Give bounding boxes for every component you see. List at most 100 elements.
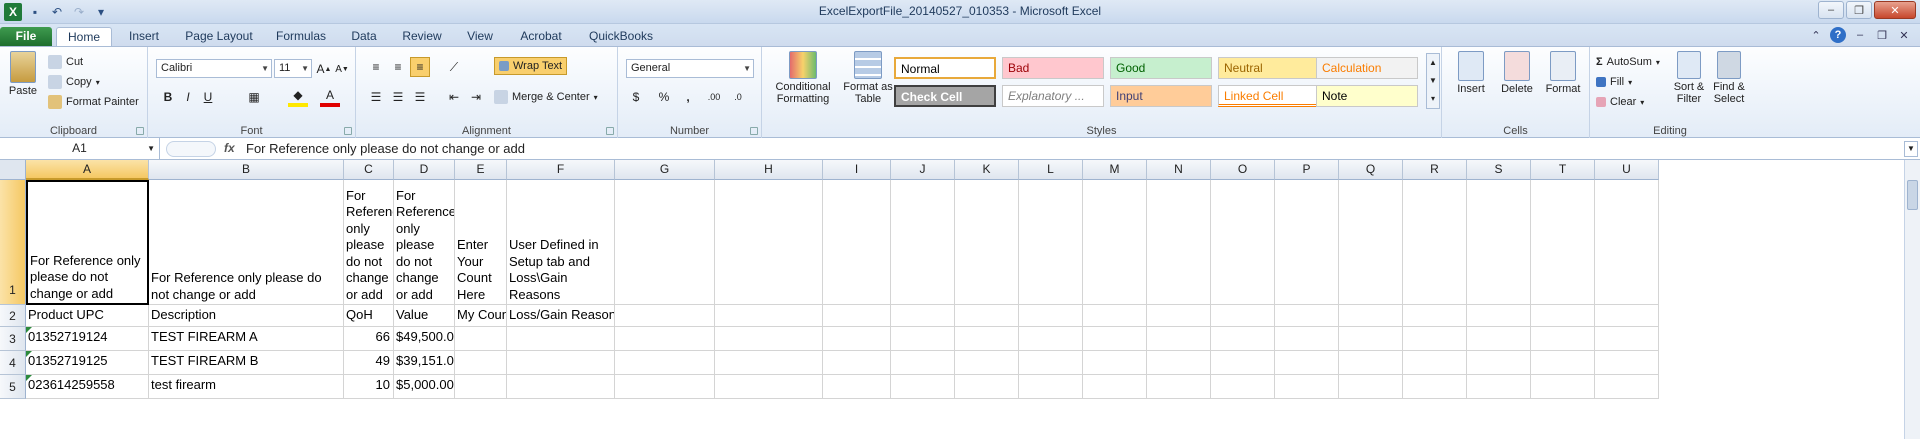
- tab-file[interactable]: File: [0, 27, 52, 46]
- autosum-button[interactable]: Σ AutoSum ▾: [1596, 53, 1660, 71]
- cell-t5[interactable]: [1531, 375, 1595, 399]
- help-icon[interactable]: ?: [1830, 27, 1846, 43]
- sort-filter-button[interactable]: Sort & Filter: [1670, 51, 1708, 105]
- cell-c3[interactable]: 66: [344, 327, 394, 351]
- style-neutral[interactable]: Neutral: [1218, 57, 1320, 79]
- cell-p3[interactable]: [1275, 327, 1339, 351]
- tab-home[interactable]: Home: [56, 27, 112, 47]
- cell-n2[interactable]: [1147, 305, 1211, 327]
- align-center-icon[interactable]: ☰: [388, 87, 408, 107]
- ribbon-minimize-icon[interactable]: ⌃: [1808, 27, 1824, 43]
- borders-icon[interactable]: ▦: [244, 87, 264, 107]
- cell-t2[interactable]: [1531, 305, 1595, 327]
- dialog-launcher-icon[interactable]: [344, 127, 352, 135]
- column-header-l[interactable]: L: [1019, 160, 1083, 180]
- cell-i2[interactable]: [823, 305, 891, 327]
- format-painter-button[interactable]: Format Painter: [48, 93, 139, 111]
- formula-input[interactable]: For Reference only please do not change …: [246, 138, 525, 160]
- align-middle-icon[interactable]: ≡: [388, 57, 408, 77]
- row-header-2[interactable]: 2: [0, 305, 26, 327]
- cell-l3[interactable]: [1019, 327, 1083, 351]
- cell-j5[interactable]: [891, 375, 955, 399]
- cell-l5[interactable]: [1019, 375, 1083, 399]
- cell-d2[interactable]: Value: [394, 305, 455, 327]
- style-good[interactable]: Good: [1110, 57, 1212, 79]
- column-header-f[interactable]: F: [507, 160, 615, 180]
- column-header-a[interactable]: A: [26, 160, 149, 180]
- cell-o5[interactable]: [1211, 375, 1275, 399]
- row-header-5[interactable]: 5: [0, 375, 26, 399]
- tab-view[interactable]: View: [458, 27, 502, 46]
- paste-button[interactable]: Paste: [4, 51, 42, 97]
- doc-close-icon[interactable]: ✕: [1896, 27, 1912, 43]
- cell-g4[interactable]: [615, 351, 715, 375]
- cell-p2[interactable]: [1275, 305, 1339, 327]
- wrap-text-button[interactable]: Wrap Text: [494, 57, 568, 75]
- cell-f2[interactable]: Loss/Gain Reason: [507, 305, 615, 327]
- cell-g5[interactable]: [615, 375, 715, 399]
- cell-j2[interactable]: [891, 305, 955, 327]
- column-header-h[interactable]: H: [715, 160, 823, 180]
- fill-button[interactable]: Fill ▾: [1596, 73, 1632, 91]
- cell-c5[interactable]: 10: [344, 375, 394, 399]
- italic-icon[interactable]: I: [178, 87, 198, 107]
- cell-m1[interactable]: [1083, 180, 1147, 305]
- fill-color-icon[interactable]: ◆: [288, 87, 308, 107]
- style-input[interactable]: Input: [1110, 85, 1212, 107]
- font-color-icon[interactable]: A: [320, 87, 340, 107]
- column-header-o[interactable]: O: [1211, 160, 1275, 180]
- cell-f5[interactable]: [507, 375, 615, 399]
- cell-n1[interactable]: [1147, 180, 1211, 305]
- restore-icon[interactable]: ❐: [1846, 1, 1872, 19]
- cell-h2[interactable]: [715, 305, 823, 327]
- percent-icon[interactable]: %: [654, 87, 674, 107]
- style-explanatory[interactable]: Explanatory ...: [1002, 85, 1104, 107]
- cell-e3[interactable]: [455, 327, 507, 351]
- scroll-thumb[interactable]: [1907, 180, 1918, 210]
- cell-u5[interactable]: [1595, 375, 1659, 399]
- cell-r5[interactable]: [1403, 375, 1467, 399]
- cell-p4[interactable]: [1275, 351, 1339, 375]
- cell-l4[interactable]: [1019, 351, 1083, 375]
- cell-t4[interactable]: [1531, 351, 1595, 375]
- cell-j3[interactable]: [891, 327, 955, 351]
- cell-s2[interactable]: [1467, 305, 1531, 327]
- cell-h4[interactable]: [715, 351, 823, 375]
- cell-g1[interactable]: [615, 180, 715, 305]
- column-header-e[interactable]: E: [455, 160, 507, 180]
- grow-font-icon[interactable]: A ▲: [314, 59, 334, 79]
- cell-n5[interactable]: [1147, 375, 1211, 399]
- clear-button[interactable]: Clear ▾: [1596, 93, 1644, 111]
- underline-icon[interactable]: U: [198, 87, 218, 107]
- dialog-launcher-icon[interactable]: [606, 127, 614, 135]
- style-linked-cell[interactable]: Linked Cell: [1218, 85, 1320, 107]
- cut-button[interactable]: Cut: [48, 53, 83, 71]
- style-note[interactable]: Note: [1316, 85, 1418, 107]
- column-header-n[interactable]: N: [1147, 160, 1211, 180]
- cell-a2[interactable]: Product UPC: [26, 305, 149, 327]
- cell-g3[interactable]: [615, 327, 715, 351]
- close-icon[interactable]: ✕: [1874, 1, 1916, 19]
- column-header-r[interactable]: R: [1403, 160, 1467, 180]
- cell-s1[interactable]: [1467, 180, 1531, 305]
- cell-g2[interactable]: [615, 305, 715, 327]
- column-header-q[interactable]: Q: [1339, 160, 1403, 180]
- cell-h3[interactable]: [715, 327, 823, 351]
- cell-k1[interactable]: [955, 180, 1019, 305]
- cell-d5[interactable]: $5,000.00: [394, 375, 455, 399]
- cell-e5[interactable]: [455, 375, 507, 399]
- minimize-icon[interactable]: –: [1818, 1, 1844, 19]
- doc-restore-icon[interactable]: ❐: [1874, 27, 1890, 43]
- cell-q1[interactable]: [1339, 180, 1403, 305]
- cell-n4[interactable]: [1147, 351, 1211, 375]
- doc-minimize-icon[interactable]: –: [1852, 27, 1868, 43]
- cell-q4[interactable]: [1339, 351, 1403, 375]
- column-header-p[interactable]: P: [1275, 160, 1339, 180]
- cell-a5[interactable]: 023614259558: [26, 375, 149, 399]
- cell-k3[interactable]: [955, 327, 1019, 351]
- cell-a3[interactable]: 01352719124: [26, 327, 149, 351]
- align-left-icon[interactable]: ☰: [366, 87, 386, 107]
- row-header-1[interactable]: 1: [0, 180, 26, 305]
- cell-b5[interactable]: test firearm: [149, 375, 344, 399]
- cell-u4[interactable]: [1595, 351, 1659, 375]
